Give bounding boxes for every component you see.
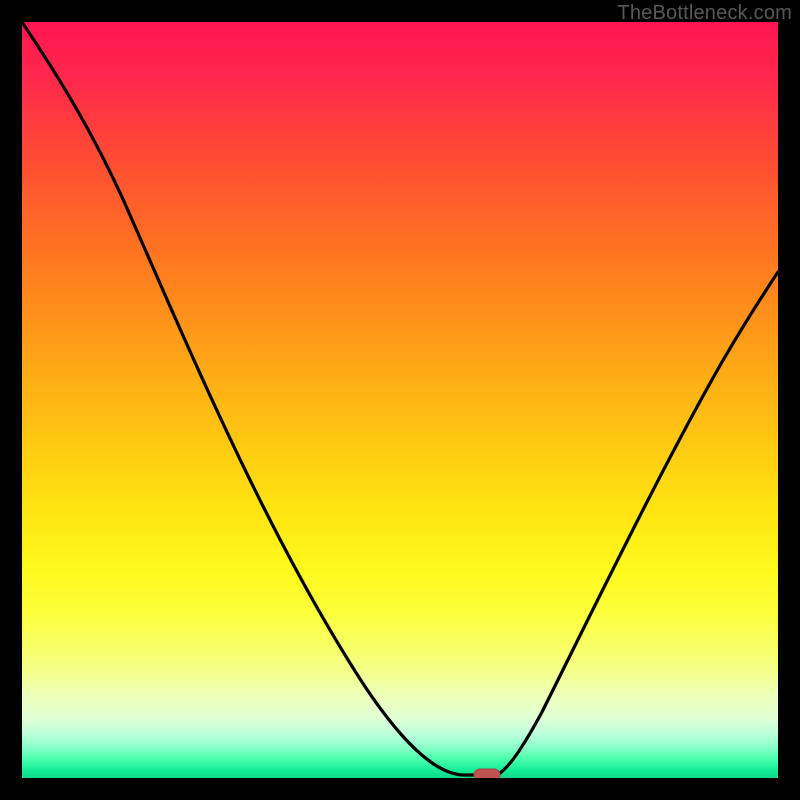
bottleneck-curve-right <box>497 272 778 775</box>
curve-layer <box>22 22 778 778</box>
optimum-marker <box>474 769 500 778</box>
bottleneck-curve-left <box>22 22 488 775</box>
watermark-text: TheBottleneck.com <box>617 2 792 25</box>
chart-frame: TheBottleneck.com <box>0 0 800 800</box>
plot-area <box>22 22 778 778</box>
